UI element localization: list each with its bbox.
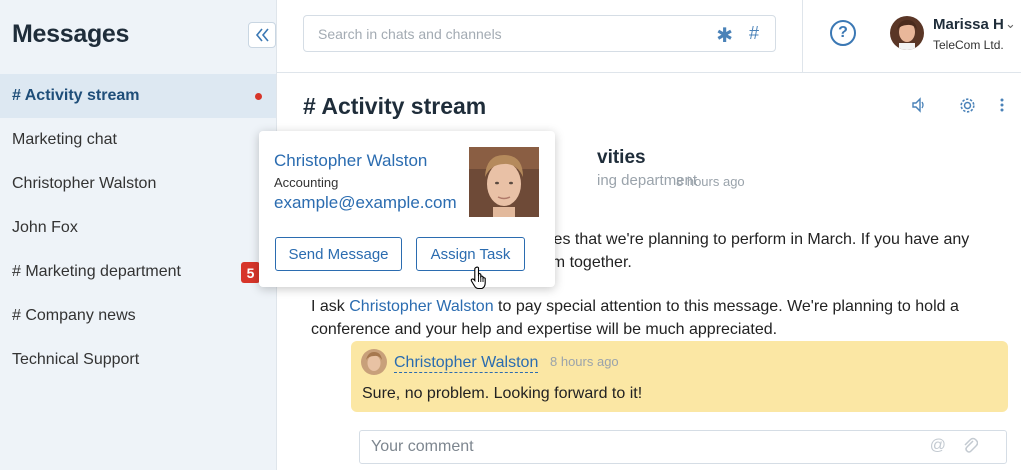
post-title: vities [597,147,646,168]
collapse-sidebar-button[interactable] [248,22,276,48]
chat-item-label: Marketing chat [12,131,117,148]
user-photo [469,147,539,217]
unread-count-badge: 5 [241,262,260,283]
mention-icon[interactable]: @ [930,437,946,455]
gear-icon[interactable] [959,97,976,119]
send-message-button[interactable]: Send Message [275,237,402,271]
post-body-line: vities that we're planning to perform in… [534,231,970,248]
chat-item-label: # Marketing department [12,263,181,280]
post-body-partial: vities that we're planning to perform in… [534,228,1004,274]
top-bar: Search in chats and channels ✱ # ? Maris… [277,0,1021,73]
chat-item-john-fox[interactable]: John Fox [0,206,276,250]
more-menu-icon[interactable] [999,97,1005,118]
comment-placeholder: Your comment [371,438,474,455]
chat-item-label: John Fox [12,219,78,236]
hand-cursor-icon [470,266,488,295]
unread-dot [255,93,262,100]
chat-item-company-news[interactable]: # Company news [0,294,276,338]
double-chevron-left-icon [255,28,269,42]
asterisk-icon[interactable]: ✱ [716,23,733,48]
mention-link[interactable]: Christopher Walston [349,298,493,315]
user-avatar[interactable] [890,16,924,50]
hashtag-icon[interactable]: # [749,23,759,44]
post-time: 8 hours ago [676,174,745,189]
popover-department: Accounting [274,175,339,190]
search-placeholder: Search in chats and channels [318,25,502,42]
reply-text: Sure, no problem. Looking forward to it! [362,385,643,402]
chat-item-label: Christopher Walston [12,175,157,192]
chat-item-marketing-chat[interactable]: Marketing chat [0,118,276,162]
comment-input[interactable]: Your comment @ [359,430,1007,464]
chat-item-technical-support[interactable]: Technical Support [0,338,276,382]
divider [802,0,803,73]
chevron-down-icon[interactable]: ⌄ [1005,16,1016,32]
page-title: # Activity stream [303,93,487,119]
speaker-icon[interactable] [911,97,927,118]
reply-author-link[interactable]: Christopher Walston [394,354,539,373]
sidebar: Messages # Activity stream Marketing cha… [0,0,277,470]
chat-item-marketing-department[interactable]: # Marketing department 5 [0,250,276,294]
chat-list: # Activity stream Marketing chat Christo… [0,74,276,382]
user-name[interactable]: Marissa H [933,16,1004,33]
user-org: TeleCom Ltd. [933,38,1004,52]
post-body-text: I ask [311,298,350,315]
popover-name[interactable]: Christopher Walston [274,151,427,171]
chat-item-label: # Company news [12,307,136,324]
sidebar-title: Messages [12,20,130,48]
paperclip-icon[interactable] [962,436,979,459]
user-info-popover: Christopher Walston Accounting example@e… [259,131,555,287]
reply-time: 8 hours ago [550,354,619,369]
chat-item-activity-stream[interactable]: # Activity stream [0,74,276,118]
chat-item-label: Technical Support [12,351,140,368]
popover-email[interactable]: example@example.com [274,193,457,213]
post-body-line: hem together. [534,254,632,271]
chat-item-label: # Activity stream [12,87,140,104]
chat-item-christopher-walston[interactable]: Christopher Walston [0,162,276,206]
avatar[interactable] [361,349,387,375]
post-body: I ask Christopher Walston to pay special… [311,295,991,341]
help-icon: ? [838,24,848,41]
search-input[interactable]: Search in chats and channels ✱ # [303,15,776,52]
help-button[interactable]: ? [830,20,856,46]
user-avatar-image [890,16,924,50]
reply-comment: Christopher Walston 8 hours ago Sure, no… [351,341,1008,412]
